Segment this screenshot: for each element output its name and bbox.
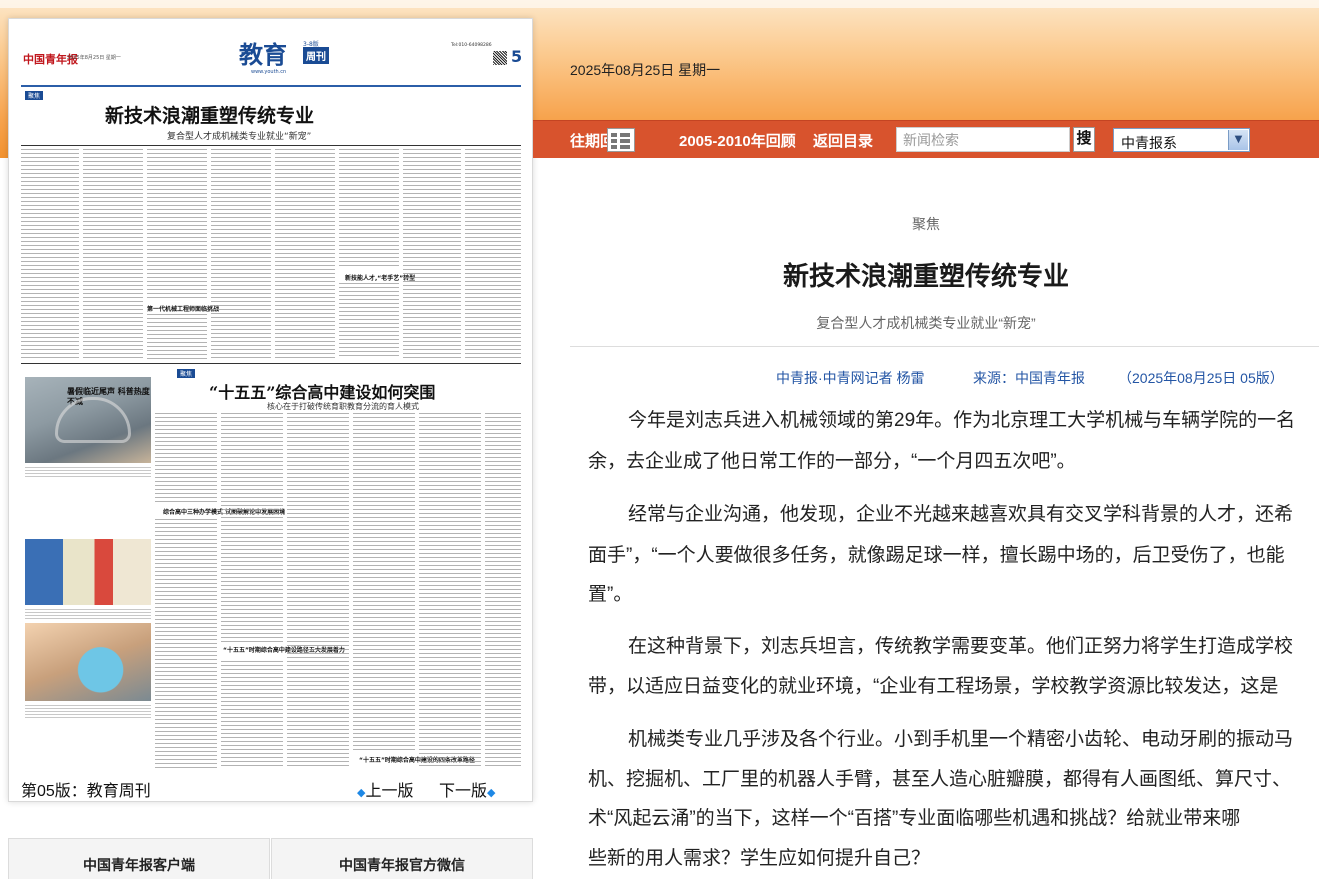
newspaper-page-number: 5 (511, 47, 523, 66)
article-line: 术“风起云涌”的当下，这样一个“百搭”专业面临哪些机遇和挑战？给就业带来哪 (588, 808, 1241, 829)
newspaper-column: 中国青年报 2025年8月25日 星期一 教育 3-8版 周刊 www.yout… (0, 0, 545, 879)
photo-caption (25, 705, 151, 719)
article-line: 机、挖掘机、工厂里的机器人手臂，甚至人造心脏瓣膜，都得有人画图纸、算尺寸、 (588, 769, 1292, 790)
article-line: 在这种背景下，刘志兵坦言，传统教学需要变革。他们正努力将学生打造成学校 (628, 636, 1294, 657)
newspaper-page-image[interactable]: 中国青年报 2025年8月25日 星期一 教育 3-8版 周刊 www.yout… (21, 29, 523, 769)
newspaper-headline: “十五五”综合高中建设如何突围 (209, 383, 436, 402)
page-pager: 第05版：教育周刊 ◆上一版 下一版◆ (9, 771, 532, 801)
article-line: 机械类专业几乎涉及各个行业。小到手机里一个精密小齿轮、电动牙刷的振动马 (628, 729, 1294, 750)
text-column (339, 283, 399, 359)
text-column (155, 413, 217, 503)
text-column (287, 413, 349, 769)
text-column (403, 149, 461, 359)
search-button[interactable]: 搜 (1073, 127, 1095, 152)
article-title: 新技术浪潮重塑传统专业 (782, 261, 1069, 291)
divider (21, 363, 521, 364)
newspaper-date: 2025年8月25日 星期一 (67, 55, 121, 61)
app-wechat-box[interactable]: 中国青年报官方微信 (271, 838, 533, 879)
photo-caption (25, 467, 151, 479)
app-wechat-label: 中国青年报官方微信 (339, 857, 465, 873)
text-column (211, 149, 271, 359)
news-search-input[interactable] (896, 127, 1070, 152)
newspaper-subheading: 第一代机械工程师面临挑战 (147, 306, 220, 313)
text-column (147, 149, 207, 299)
article-line: 今年是刘志兵进入机械领域的第29年。作为北京理工大学机械与车辆学院的一名 (628, 410, 1296, 431)
text-column (485, 413, 521, 769)
text-column (221, 661, 283, 769)
child-exhibit-photo (25, 623, 151, 701)
newspaper-header: 中国青年报 2025年8月25日 星期一 教育 3-8版 周刊 www.yout… (21, 29, 523, 87)
newspaper-subhead: 核心在于打破传统育职教育分流的育人模式 (267, 402, 419, 411)
article-line: 经常与企业沟通，他发现，企业不光越来越喜欢具有交叉学科背景的人才，还希 (628, 504, 1294, 525)
text-column (419, 413, 481, 769)
text-column (83, 149, 143, 359)
newspaper-url: www.youth.cn (251, 69, 287, 75)
article-line: 余，去企业成了他日常工作的一部分，“一个月四五次吧”。 (588, 451, 1076, 472)
chevron-down-icon: ▼ (1228, 130, 1248, 150)
text-column (147, 314, 207, 359)
next-page-label: 下一版 (439, 783, 488, 800)
photo-title: 暑假临近尾声 科普热度不减 (67, 387, 150, 406)
source-select[interactable]: 中青报系 ▼ (1113, 128, 1250, 152)
byline-author: 中青报·中青网记者 杨雷 (776, 370, 925, 386)
article-subtitle: 复合型人才成机械类专业就业“新宠” (816, 315, 1036, 331)
byline-source: 来源：中国青年报 (973, 370, 1085, 386)
arrow-right-icon: ◆ (487, 787, 496, 799)
article-line: 置”。 (588, 584, 633, 605)
dinosaur-museum-photo: 暑假临近尾声 科普热度不减 (25, 377, 151, 463)
next-page-link[interactable]: 下一版◆ (439, 777, 495, 801)
archive-link[interactable]: 2005-2010年回顾 (679, 130, 796, 151)
newspaper-page-frame: 中国青年报 2025年8月25日 星期一 教育 3-8版 周刊 www.yout… (8, 18, 533, 802)
page-label: 第05版：教育周刊 (21, 783, 151, 800)
newspaper-section-name: 教育 (239, 40, 287, 69)
calendar-grid-icon[interactable] (607, 128, 635, 152)
text-column (353, 413, 415, 753)
newspaper-headline: 新技术浪潮重塑传统专业 (105, 105, 315, 127)
article-line: 面手”，“一个人要做很多任务，就像踢足球一样，擅长踢中场的，后卫受伤了，也能 (588, 545, 1285, 566)
text-column (221, 413, 283, 643)
newspaper-subhead: 复合型人才成机械类专业就业“新宠” (167, 132, 312, 142)
text-column (275, 149, 335, 359)
photo-caption (25, 609, 151, 619)
qr-code-icon (493, 51, 507, 65)
text-column (21, 149, 79, 359)
current-date: 2025年08月25日 星期一 (570, 62, 721, 78)
newspaper-tel: Tel:010-64098286 (451, 43, 492, 48)
text-column (465, 149, 521, 359)
newspaper-section-badge: 周刊 (303, 47, 329, 64)
text-column (339, 149, 399, 269)
prev-page-label: 上一版 (365, 783, 414, 800)
article-kicker: 聚焦 (912, 216, 940, 232)
article-body: 今年是刘志兵进入机械领域的第29年。作为北京理工大学机械与车辆学院的一名 余，去… (588, 400, 1319, 879)
classroom-photo (25, 539, 151, 605)
newspaper-tag: 聚焦 (25, 91, 44, 100)
app-client-box[interactable]: 中国青年报客户端 (8, 838, 270, 879)
prev-page-link[interactable]: ◆上一版 (357, 777, 413, 801)
article-line: 些新的用人需求？学生应如何提升自己？ (588, 848, 931, 869)
app-client-label: 中国青年报客户端 (83, 857, 195, 873)
article-line: 带，以适应日益变化的就业环境，“企业有工程场景，学校教学资源比较发达，这是 (588, 676, 1279, 697)
divider (21, 145, 521, 146)
newspaper-tag: 聚焦 (177, 369, 196, 378)
article-divider (570, 346, 1319, 347)
back-to-index-link[interactable]: 返回目录 (813, 130, 873, 151)
byline-time: （2025年08月25日 05版） (1118, 370, 1284, 386)
text-column (155, 519, 217, 769)
source-select-value: 中青报系 (1121, 135, 1177, 151)
